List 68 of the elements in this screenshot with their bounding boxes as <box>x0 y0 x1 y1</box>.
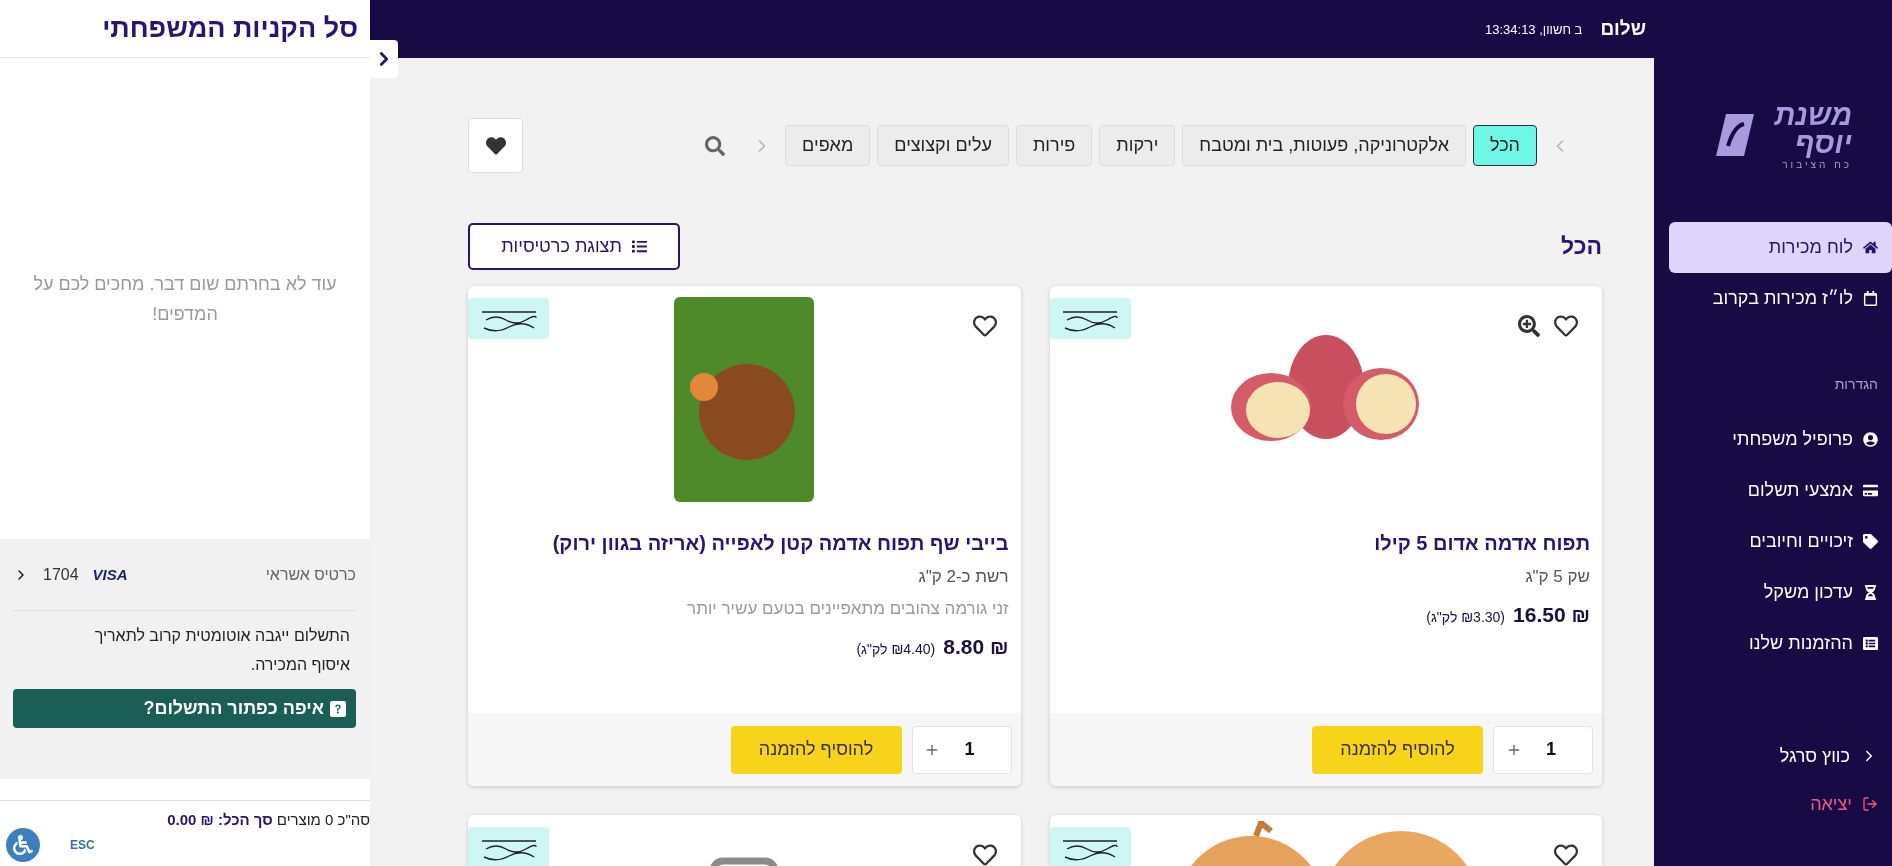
logout-icon <box>1862 796 1878 812</box>
heart-icon[interactable] <box>972 314 997 338</box>
list-icon <box>1863 636 1878 651</box>
favorites-button[interactable] <box>468 118 523 173</box>
add-to-order-button[interactable]: להוסיף להזמנה <box>1312 725 1483 774</box>
product-title[interactable]: תפוח אדמה אדום 5 קילו <box>1061 532 1590 555</box>
home-icon <box>1863 240 1878 255</box>
cart-title: סל הקניות המשפחתי <box>102 13 358 44</box>
list-icon <box>631 239 647 254</box>
cart-total: סך הכל: ₪ 0.00 <box>167 811 273 828</box>
heart-icon[interactable] <box>1554 843 1578 866</box>
nav-item[interactable]: זיכויים וחיובים <box>1669 516 1892 567</box>
esc-label: ESC <box>70 838 95 852</box>
card-brand: VISA <box>92 566 128 583</box>
logout-link[interactable]: יציאה <box>1654 780 1892 828</box>
product-package: שק 5 ק"ג <box>1524 567 1590 587</box>
empty-cart-message: עוד לא בחרתם שום דבר. מחכים לכם על המדפים! <box>32 272 338 326</box>
heart-icon[interactable] <box>972 843 997 866</box>
product-price: ₪ 8.80 <box>943 635 1009 659</box>
section-heading: הכל <box>1561 233 1602 260</box>
search-icon[interactable] <box>705 135 726 156</box>
heart-icon[interactable] <box>1554 314 1578 338</box>
nav-item[interactable]: עדכון משקל <box>1669 567 1892 618</box>
accessibility-button[interactable] <box>6 828 40 862</box>
item-count: סה"כ 0 מוצרים <box>276 811 370 828</box>
product-package: רשת כ-2 ק"ג <box>917 567 1009 587</box>
payment-method-label: כרטיס אשראי <box>265 565 356 584</box>
hourglass-icon <box>1863 585 1878 600</box>
collapse-sidebar-link[interactable]: כווץ סרגל <box>1654 732 1892 780</box>
nav-item[interactable]: אמצעי תשלום <box>1669 465 1892 516</box>
greeting: שלום <box>1600 18 1646 40</box>
date-time: ב חשוון, 13:34:13 <box>1485 21 1583 37</box>
add-to-order-button[interactable]: להוסיף להזמנה <box>730 725 902 774</box>
credit-card-icon <box>1863 483 1878 498</box>
logo-tagline: כח הציבור <box>1782 158 1852 170</box>
quantity-value: 1 <box>964 739 975 760</box>
category-tab[interactable]: פירות <box>1015 125 1093 166</box>
question-icon <box>330 700 346 717</box>
unit-price: (₪3.30 לק"ג) <box>1426 609 1506 625</box>
quantity-stepper[interactable]: 1 <box>1493 725 1593 774</box>
card-last-digits: 1704 <box>43 565 79 584</box>
nav-item[interactable]: ההזמנות שלנו <box>1669 618 1892 669</box>
tag-icon <box>1863 534 1878 549</box>
quantity-stepper[interactable]: 1 <box>911 725 1012 774</box>
wheelchair-icon <box>13 835 33 855</box>
category-tab[interactable]: הכל <box>1472 125 1537 166</box>
payment-help-button[interactable]: איפה כפתור התשלום? <box>13 689 356 728</box>
payment-note: התשלום ייגבה אוטומטית קרוב לתאריך איסוף המכירה. <box>93 626 351 675</box>
product-price: ₪ 16.50 <box>1513 603 1590 627</box>
zoom-in-icon[interactable] <box>1518 315 1540 337</box>
collapse-cart-button[interactable] <box>370 40 398 78</box>
product-title[interactable]: בייבי שף תפוח אדמה קטן לאפייה (אריזה בגוון ירוק) <box>480 532 1009 555</box>
product-description: זני גורמה צהובים מתאפיינים בטעם עשיר יותר <box>686 599 1009 619</box>
nav-item[interactable]: לו״ז מכירות בקרוב <box>1669 273 1892 324</box>
category-tab[interactable]: ירקות <box>1099 125 1176 166</box>
section-label: הגדרות <box>1833 375 1879 394</box>
logo-mark-icon <box>1714 112 1756 158</box>
quantity-value: 1 <box>1545 739 1556 760</box>
nav-item[interactable]: לוח מכירות <box>1669 222 1892 273</box>
heart-icon <box>485 135 506 156</box>
logo-name: משנת יוסף <box>1773 100 1852 157</box>
category-tab[interactable]: אלקטרוניקה, פעוטות, בית ומטבח <box>1182 125 1466 166</box>
view-toggle-button[interactable]: תצוגת כרטיסיות <box>468 223 680 270</box>
calendar-icon <box>1863 291 1878 306</box>
unit-price: (₪4.40 לק"ג) <box>856 641 936 657</box>
category-tab[interactable]: מאפים <box>785 125 871 166</box>
category-tab[interactable]: עלים וקצוצים <box>877 125 1009 166</box>
nav-item[interactable]: פרופיל משפחתי <box>1669 414 1892 465</box>
